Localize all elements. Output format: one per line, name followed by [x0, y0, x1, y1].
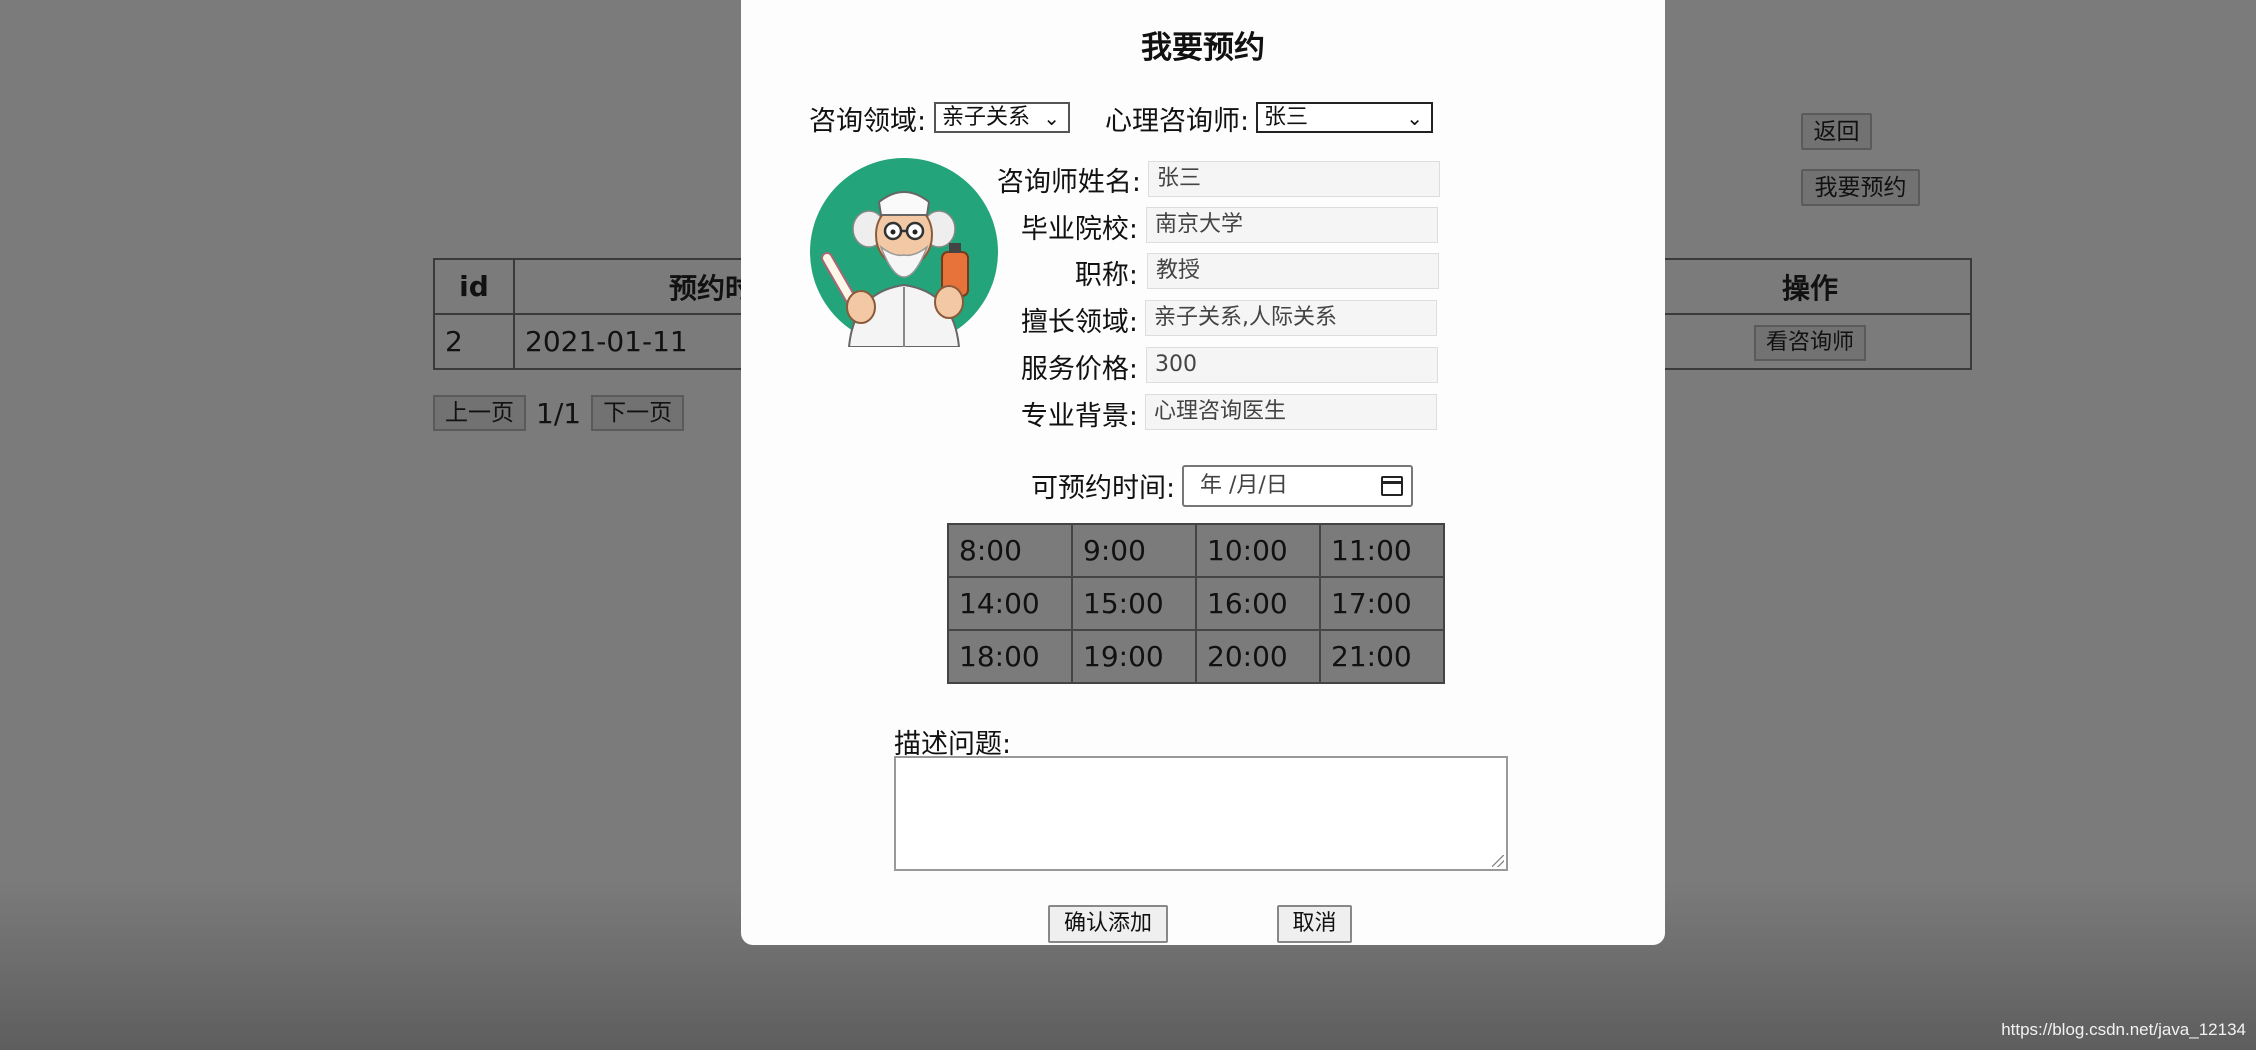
time-slot[interactable]: 18:00	[947, 629, 1073, 684]
date-input[interactable]: 年 /月/日	[1182, 465, 1413, 507]
counselor-select-value: 张三	[1264, 105, 1309, 130]
time-slot[interactable]: 20:00	[1195, 629, 1321, 684]
time-slot[interactable]: 10:00	[1195, 523, 1321, 578]
info-field-title[interactable]: 教授	[1147, 253, 1439, 289]
info-label-price: 服务价格:	[1020, 354, 1138, 385]
field-select-value: 亲子关系	[942, 105, 1031, 130]
time-slot[interactable]: 9:00	[1071, 523, 1197, 578]
time-slot[interactable]: 21:00	[1319, 629, 1445, 684]
time-slot[interactable]: 19:00	[1071, 629, 1197, 684]
modal-title: 我要预约	[1141, 30, 1265, 66]
cancel-button[interactable]: 取消	[1277, 905, 1352, 943]
counselor-select[interactable]: 张三 ⌄	[1256, 102, 1433, 133]
cell-action: 看咨询师	[1648, 313, 1972, 370]
resize-grip-icon[interactable]	[1492, 855, 1504, 867]
booking-modal: 我要预约 咨询领域: 亲子关系 ⌄ 心理咨询师: 张三 ⌄ 咨询师姓名: 张三 …	[741, 0, 1665, 945]
chevron-down-icon: ⌄	[1406, 106, 1423, 130]
field-select[interactable]: 亲子关系 ⌄	[934, 102, 1070, 133]
date-placeholder: 年 /月/日	[1200, 473, 1288, 498]
date-label: 可预约时间:	[1031, 473, 1176, 504]
next-page-button[interactable]: 下一页	[591, 395, 685, 431]
view-counselor-button[interactable]: 看咨询师	[1753, 324, 1866, 361]
time-slot-grid: 8:00 9:00 10:00 11:00 14:00 15:00 16:00 …	[947, 523, 1445, 684]
counselor-label: 心理咨询师:	[1105, 106, 1250, 137]
page-info: 1/1	[536, 396, 582, 430]
watermark: https://blog.csdn.net/java_12134	[2001, 1020, 2246, 1039]
info-field-specialty[interactable]: 亲子关系,人际关系	[1145, 300, 1437, 336]
info-label-name: 咨询师姓名:	[996, 167, 1141, 198]
info-field-school[interactable]: 南京大学	[1146, 207, 1438, 243]
time-slot[interactable]: 17:00	[1319, 576, 1445, 631]
confirm-add-button[interactable]: 确认添加	[1048, 905, 1168, 943]
field-label: 咨询领域:	[809, 106, 927, 137]
column-header-id: id	[433, 258, 515, 315]
calendar-icon[interactable]	[1381, 476, 1403, 496]
time-slot[interactable]: 11:00	[1319, 523, 1445, 578]
prev-page-button[interactable]: 上一页	[433, 395, 526, 431]
cell-id: 2	[433, 313, 515, 370]
time-slot[interactable]: 8:00	[947, 523, 1073, 578]
pager: 上一页 1/1 下一页	[433, 394, 685, 432]
chevron-down-icon: ⌄	[1043, 106, 1060, 130]
back-button[interactable]: 返回	[1801, 113, 1872, 150]
info-label-title: 职称:	[1074, 260, 1138, 291]
time-slot[interactable]: 14:00	[947, 576, 1073, 631]
info-label-school: 毕业院校:	[1020, 214, 1138, 245]
info-field-price[interactable]: 300	[1146, 347, 1438, 383]
time-slot[interactable]: 15:00	[1071, 576, 1197, 631]
info-field-name[interactable]: 张三	[1148, 161, 1440, 197]
info-label-background: 专业背景:	[1020, 401, 1138, 432]
column-header-action: 操作	[1648, 258, 1972, 315]
book-button[interactable]: 我要预约	[1801, 169, 1920, 206]
time-slot[interactable]: 16:00	[1195, 576, 1321, 631]
description-textarea[interactable]	[894, 756, 1508, 871]
info-label-specialty: 擅长领域:	[1020, 307, 1138, 338]
info-field-background[interactable]: 心理咨询医生	[1145, 394, 1437, 430]
